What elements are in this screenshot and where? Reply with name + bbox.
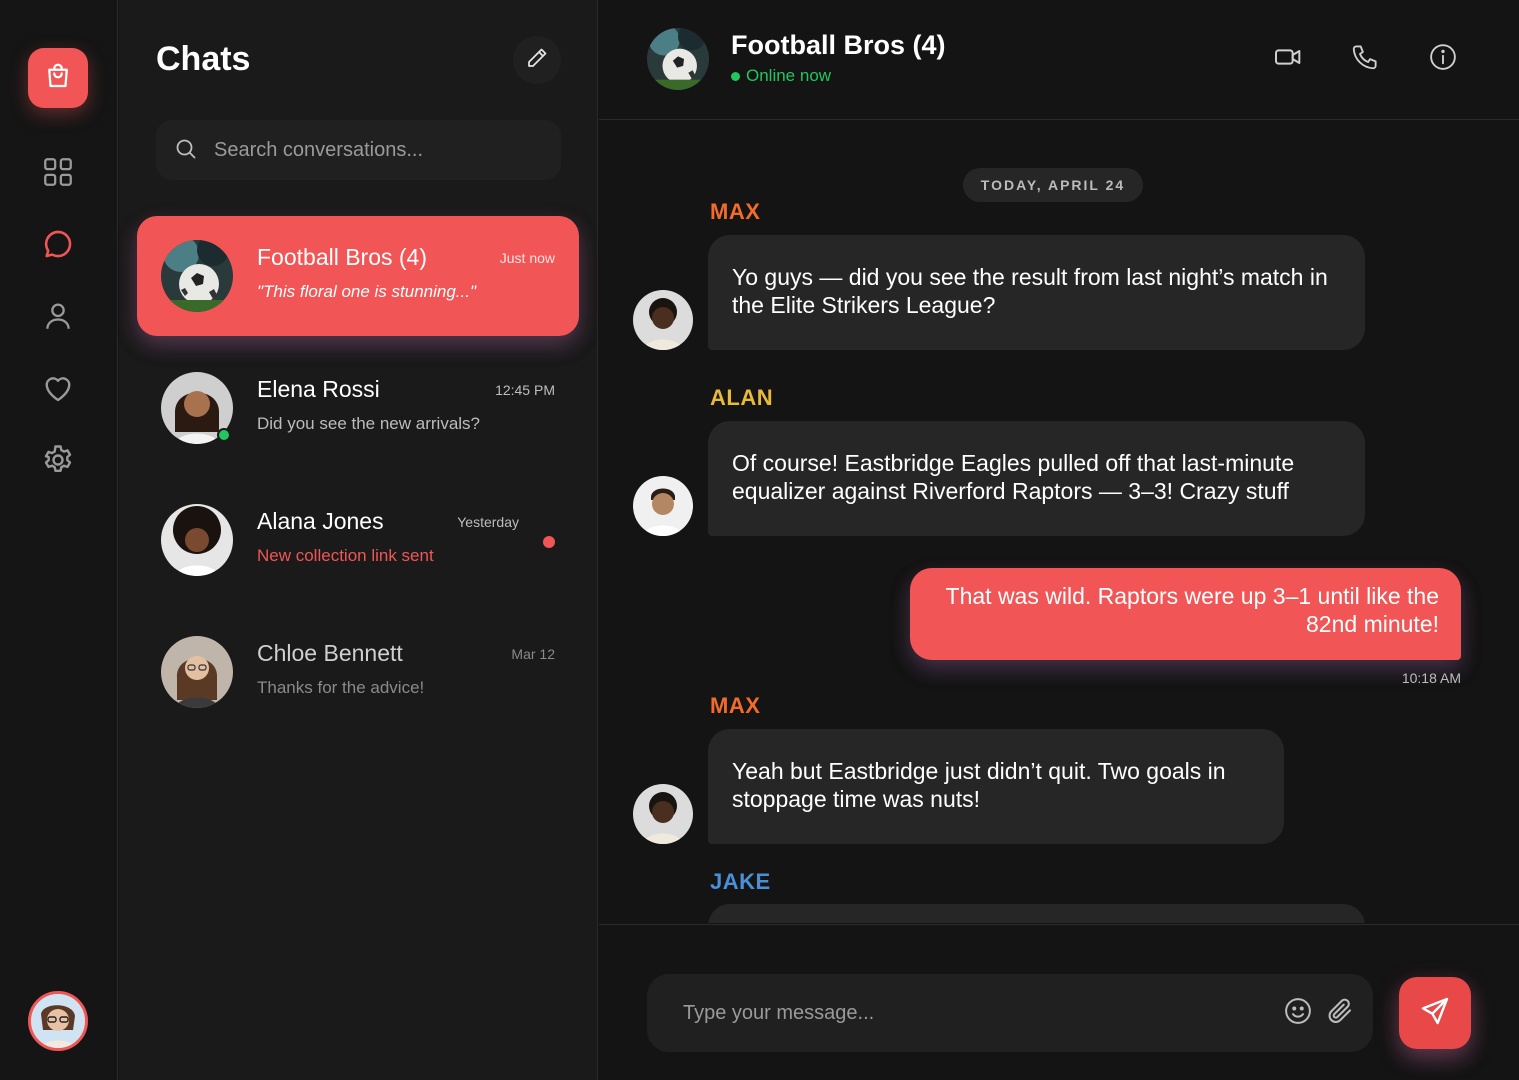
video-call-button[interactable]: [1267, 38, 1309, 80]
send-plane-icon: [1419, 995, 1451, 1032]
smiley-icon: [1283, 996, 1313, 1031]
message-time: 10:18 AM: [1401, 670, 1461, 686]
status-text: Online now: [746, 66, 832, 85]
sender-name: JAKE: [710, 869, 771, 894]
conversation-item-football-bros[interactable]: Football Bros (4) Just now "This floral …: [137, 216, 579, 336]
nav-chats[interactable]: [38, 226, 78, 266]
conversation-item-chloe-bennett[interactable]: Chloe Bennett Mar 12 Thanks for the advi…: [137, 612, 579, 732]
conversation-preview: Did you see the new arrivals?: [257, 414, 481, 433]
video-camera-icon: [1272, 41, 1304, 78]
emoji-button[interactable]: [1281, 996, 1315, 1030]
conversation-preview: "This floral one is stunning...": [257, 282, 477, 301]
sender-name: MAX: [710, 199, 761, 224]
nav-dashboard[interactable]: [38, 154, 78, 194]
date-separator: TODAY, APRIL 24: [963, 168, 1143, 202]
conversation-time: Yesterday: [457, 514, 519, 530]
conversation-time: Just now: [499, 250, 555, 266]
paperclip-icon: [1325, 996, 1355, 1031]
new-chat-button[interactable]: [513, 36, 561, 84]
composer-area: [599, 924, 1519, 1080]
message-input[interactable]: [683, 974, 1263, 1052]
message-bubble: Yo guys — did you see the result from la…: [708, 235, 1365, 350]
user-icon: [41, 299, 75, 338]
chat-bubble-icon: [41, 227, 75, 266]
conversation-time: Mar 12: [511, 646, 555, 662]
message-thread[interactable]: TODAY, APRIL 24 MAX Yo guys — did you se…: [599, 121, 1519, 923]
sender-avatar[interactable]: [633, 784, 693, 844]
conversation-name: Football Bros (4): [257, 244, 428, 270]
contact-avatar: [161, 504, 233, 576]
messenger-app: Chats Football Bros (4) Just now "This f…: [0, 0, 1519, 1080]
conversation-name: Chloe Bennett: [257, 640, 403, 666]
conversation-list-panel: Chats Football Bros (4) Just now "This f…: [119, 0, 598, 1080]
pencil-icon: [525, 46, 549, 75]
chat-header: Football Bros (4) Online now: [599, 0, 1519, 120]
conversation-item-elena-rossi[interactable]: Elena Rossi 12:45 PM Did you see the new…: [137, 348, 579, 468]
online-status-dot: [217, 428, 231, 442]
search-icon: [174, 137, 198, 166]
send-button[interactable]: [1399, 977, 1471, 1049]
unread-indicator: [543, 536, 555, 548]
attach-button[interactable]: [1323, 996, 1357, 1030]
contact-avatar: [161, 636, 233, 708]
message-bubble-sent: That was wild. Raptors were up 3–1 until…: [910, 568, 1461, 660]
chat-title: Football Bros (4): [731, 30, 946, 60]
gear-icon: [40, 442, 76, 483]
nav-profile[interactable]: [38, 298, 78, 338]
phone-icon: [1350, 42, 1380, 77]
voice-call-button[interactable]: [1344, 38, 1386, 80]
message-bubble: Of course! Eastbridge Eagles pulled off …: [708, 421, 1365, 536]
online-status-dot: [731, 71, 740, 81]
shopping-bag-icon: [43, 61, 73, 96]
group-avatar[interactable]: [647, 28, 709, 90]
grid-icon: [41, 155, 75, 194]
message-bubble: Yeah but Eastbridge just didn’t quit. Tw…: [708, 729, 1284, 844]
sender-avatar[interactable]: [633, 290, 693, 350]
conversation-name: Alana Jones: [257, 508, 384, 534]
message-bubble: [708, 904, 1365, 923]
sender-avatar[interactable]: [633, 476, 693, 536]
online-status: Online now: [731, 66, 831, 86]
group-avatar: [161, 240, 233, 312]
sender-name: MAX: [710, 693, 761, 718]
heart-icon: [40, 370, 76, 411]
conversation-preview: New collection link sent: [257, 546, 434, 565]
page-title: Chats: [156, 40, 251, 78]
message-composer: [647, 974, 1373, 1052]
nav-favorites[interactable]: [38, 370, 78, 410]
conversation-name: Elena Rossi: [257, 376, 380, 402]
chat-pane: Football Bros (4) Online now TODAY, APRI…: [599, 0, 1519, 1080]
conversation-item-alana-jones[interactable]: Alana Jones Yesterday New collection lin…: [137, 480, 579, 600]
nav-settings[interactable]: [38, 442, 78, 482]
sender-name: ALAN: [710, 385, 774, 410]
nav-rail: [0, 0, 118, 1080]
chat-info-button[interactable]: [1422, 38, 1464, 80]
conversation-time: 12:45 PM: [495, 382, 555, 398]
shop-bag-button[interactable]: [28, 48, 88, 108]
search-box: [156, 120, 561, 180]
conversation-preview: Thanks for the advice!: [257, 678, 425, 697]
search-input[interactable]: [214, 120, 544, 180]
current-user-avatar[interactable]: [28, 991, 88, 1051]
info-icon: [1428, 42, 1458, 77]
